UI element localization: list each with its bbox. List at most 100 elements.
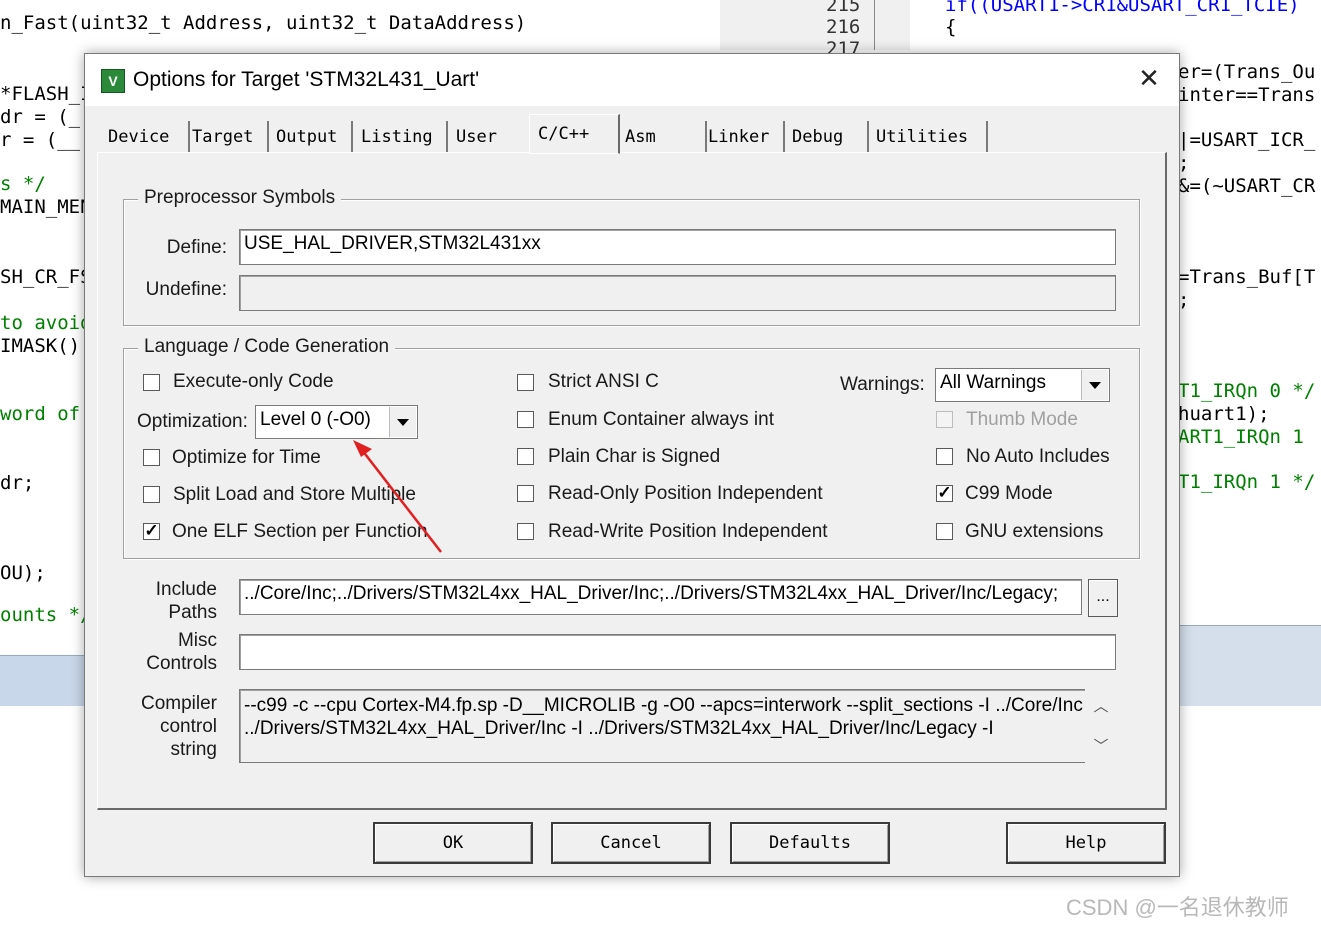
c99-mode-label: C99 Mode: [965, 483, 1053, 504]
compiler-label-line: Compiler: [140, 693, 217, 714]
warnings-value: All Warnings: [940, 372, 1046, 393]
thumb-mode-label: Thumb Mode: [966, 409, 1078, 430]
include-label-line: Include: [155, 579, 217, 600]
ropi-label: Read-Only Position Independent: [548, 483, 823, 504]
warnings-select[interactable]: All Warnings: [935, 368, 1110, 402]
code-line: if((USART1->CR1&USART_CR1_TCIE): [945, 0, 1300, 16]
ok-button[interactable]: OK: [373, 822, 533, 864]
plain-char-label: Plain Char is Signed: [548, 446, 721, 467]
tab-target[interactable]: Target: [184, 121, 269, 153]
code-line: T1_IRQn 0 */: [1178, 380, 1316, 402]
define-label: Define:: [166, 237, 227, 258]
code-line: huart1);: [1178, 403, 1270, 425]
chevron-down-icon: [1089, 381, 1101, 389]
code-line: word of: [0, 403, 81, 425]
tab-asm[interactable]: Asm: [617, 121, 707, 153]
c99-mode-checkbox[interactable]: ✓: [936, 484, 953, 502]
tab-listing[interactable]: Listing: [353, 121, 448, 153]
enum-container-checkbox[interactable]: [517, 411, 534, 428]
compiler-scrollbar[interactable]: ︿ ﹀: [1085, 689, 1117, 763]
code-line: IMASK(): [0, 335, 81, 357]
plain-char-checkbox[interactable]: [517, 448, 534, 465]
code-line: OU);: [0, 562, 46, 584]
include-paths-label: Include Paths: [125, 578, 217, 624]
scroll-up-icon[interactable]: ︿: [1085, 695, 1117, 719]
code-line: SH_CR_FS: [0, 266, 92, 288]
code-line: r = (__: [0, 129, 81, 151]
close-icon[interactable]: ✕: [1135, 64, 1163, 92]
strict-ansi-checkbox[interactable]: [517, 374, 534, 391]
misc-label-line: Controls: [146, 653, 217, 674]
dialog-title: Options for Target 'STM32L431_Uart': [133, 68, 480, 91]
tab-debug[interactable]: Debug: [784, 121, 869, 153]
dropdown-button[interactable]: [1081, 370, 1108, 400]
split-load-checkbox[interactable]: [143, 486, 160, 503]
optimization-label: Optimization:: [137, 411, 248, 432]
watermark: CSDN @一名退休教师: [1066, 895, 1289, 920]
rwpi-checkbox[interactable]: [517, 523, 534, 540]
scroll-down-icon[interactable]: ﹀: [1085, 735, 1117, 759]
optimize-time-label: Optimize for Time: [172, 447, 321, 468]
code-line: *FLASH_I: [0, 83, 92, 105]
compiler-label-line: control: [159, 716, 217, 737]
compiler-string-line: --c99 -c --cpu Cortex-M4.fp.sp -D__MICRO…: [244, 695, 1100, 716]
tab-user[interactable]: User: [448, 121, 526, 153]
browse-button[interactable]: ...: [1088, 579, 1118, 617]
line-number: 216: [826, 16, 861, 38]
thumb-mode-checkbox[interactable]: [936, 411, 953, 428]
code-line: ounts */: [0, 604, 92, 626]
editor-panel-strip: [1178, 625, 1321, 706]
editor-panel-strip: [0, 655, 85, 706]
code-line: dr = (_: [0, 106, 81, 128]
code-line: &=(~USART_CR: [1178, 175, 1316, 197]
include-paths-input[interactable]: ../Core/Inc;../Drivers/STM32L4xx_HAL_Dri…: [239, 579, 1082, 615]
code-line: ART1_IRQn 1: [1178, 426, 1304, 448]
code-line: to avoid: [0, 312, 92, 334]
tab-utilities[interactable]: Utilities: [868, 121, 988, 153]
line-number: 215: [826, 0, 861, 16]
gnu-extensions-label: GNU extensions: [965, 521, 1104, 542]
misc-label-line: Misc: [177, 630, 217, 651]
undefine-input[interactable]: [239, 275, 1116, 311]
optimization-select[interactable]: Level 0 (-O0): [255, 405, 418, 439]
include-label-line: Paths: [168, 602, 217, 623]
code-line: dr;: [0, 472, 35, 494]
compiler-string-line: ../Drivers/STM32L4xx_HAL_Driver/Inc -I .…: [244, 718, 994, 739]
no-auto-includes-checkbox[interactable]: [936, 448, 953, 465]
defaults-button[interactable]: Defaults: [730, 822, 890, 864]
enum-container-label: Enum Container always int: [548, 409, 774, 430]
code-line: MAIN_MEN: [0, 196, 92, 218]
define-input[interactable]: USE_HAL_DRIVER,STM32L431xx: [239, 229, 1116, 265]
code-line: =Trans_Buf[T: [1178, 266, 1316, 288]
tab-device[interactable]: Device: [100, 121, 190, 153]
execute-only-label: Execute-only Code: [173, 371, 334, 392]
compiler-label-line: string: [170, 739, 217, 760]
gutter-divider: [874, 0, 875, 50]
rwpi-label: Read-Write Position Independent: [548, 521, 828, 542]
code-line: s */: [0, 173, 46, 195]
one-elf-checkbox[interactable]: ✓: [143, 522, 160, 540]
options-dialog: V Options for Target 'STM32L431_Uart' ✕ …: [84, 53, 1180, 877]
misc-controls-input[interactable]: [239, 634, 1116, 670]
title-bar[interactable]: V Options for Target 'STM32L431_Uart' ✕: [85, 54, 1179, 106]
optimize-time-checkbox[interactable]: [143, 449, 160, 466]
optimization-value: Level 0 (-O0): [260, 409, 371, 430]
editor-gutter: [720, 0, 910, 50]
cancel-button[interactable]: Cancel: [551, 822, 711, 864]
tab-output[interactable]: Output: [268, 121, 353, 153]
help-button[interactable]: Help: [1006, 822, 1166, 864]
ropi-checkbox[interactable]: [517, 485, 534, 502]
group-title: Language / Code Generation: [138, 336, 396, 358]
code-line: |=USART_ICR_: [1178, 129, 1316, 151]
execute-only-checkbox[interactable]: [143, 374, 160, 391]
dropdown-button[interactable]: [389, 407, 416, 437]
keil-app-icon: V: [101, 69, 125, 93]
compiler-string-box: --c99 -c --cpu Cortex-M4.fp.sp -D__MICRO…: [239, 689, 1116, 763]
code-line: er=(Trans_Ou: [1178, 61, 1316, 83]
strict-ansi-label: Strict ANSI C: [548, 371, 659, 392]
gnu-extensions-checkbox[interactable]: [936, 523, 953, 540]
code-line: T1_IRQn 1 */: [1178, 471, 1316, 493]
warnings-label: Warnings:: [840, 374, 925, 395]
tab-linker[interactable]: Linker: [700, 121, 785, 153]
tab-cc[interactable]: C/C++: [529, 114, 620, 154]
